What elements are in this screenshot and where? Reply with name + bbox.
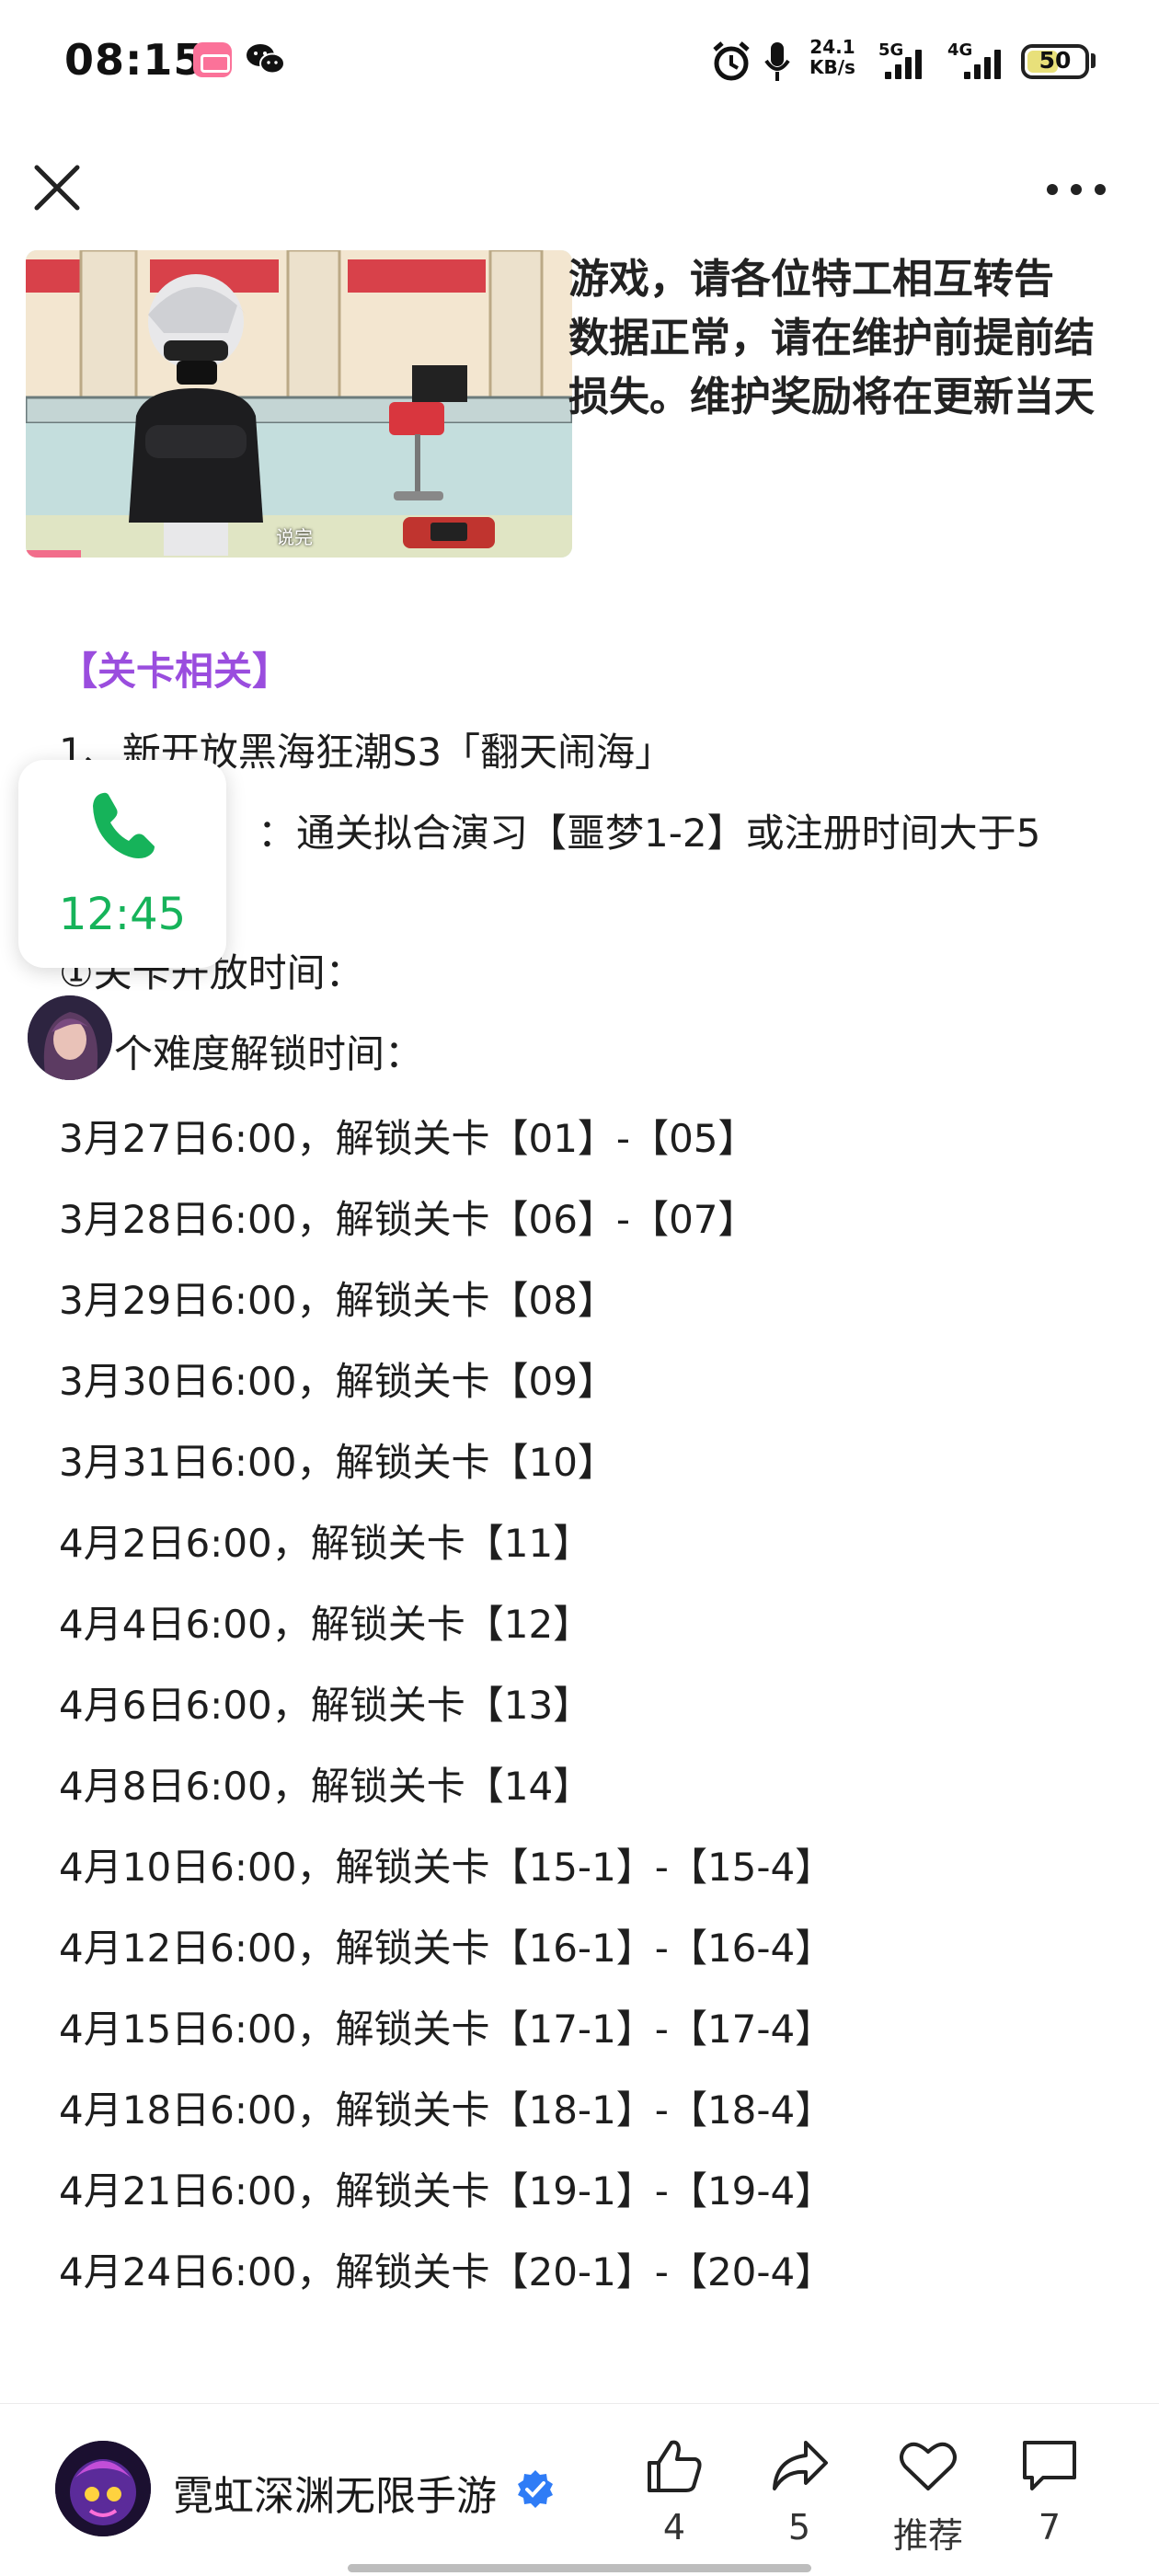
schedule-row: 4月6日6:00，解锁关卡【13】 xyxy=(59,1683,592,1728)
schedule-row: 4月12日6:00，解锁关卡【16-1】-【16-4】 xyxy=(59,1926,834,1971)
microphone-icon xyxy=(764,42,790,81)
schedule-row: 3月31日6:00，解锁关卡【10】 xyxy=(59,1440,616,1485)
schedule-row: 3月27日6:00，解锁关卡【01】-【05】 xyxy=(59,1116,757,1161)
schedule-row: 4月15日6:00，解锁关卡【17-1】-【17-4】 xyxy=(59,2007,834,2052)
schedule-row: 4月18日6:00，解锁关卡【18-1】-【18-4】 xyxy=(59,2087,834,2133)
verified-badge-icon xyxy=(518,2470,553,2508)
ongoing-call-bubble[interactable]: 12:45 xyxy=(18,760,226,968)
share-arrow-icon xyxy=(773,2441,828,2490)
alarm-icon xyxy=(713,41,750,81)
schedule-row: 4月8日6:00，解锁关卡【14】 xyxy=(59,1764,592,1809)
top-nav xyxy=(0,138,1159,258)
more-options-button[interactable] xyxy=(1039,166,1113,212)
like-button[interactable]: 4 xyxy=(624,2437,725,2547)
thumbs-up-icon xyxy=(648,2440,702,2492)
battery-tip xyxy=(1091,53,1096,68)
call-timer: 12:45 xyxy=(58,889,187,940)
intro-line: 损失。维护奖励将在更新当天 xyxy=(568,374,1095,420)
section-title: 【关卡相关】 xyxy=(59,649,292,694)
network-speed-unit: KB/s xyxy=(809,56,855,78)
schedule-row: 3月30日6:00，解锁关卡【09】 xyxy=(59,1359,616,1404)
more-dot-icon xyxy=(1071,184,1082,195)
schedule-row: 4月21日6:00，解锁关卡【19-1】-【19-4】 xyxy=(59,2168,834,2214)
unlock-schedule: 3月27日6:00，解锁关卡【01】-【05】 3月28日6:00，解锁关卡【0… xyxy=(59,1098,833,2313)
floating-avatar[interactable] xyxy=(28,995,112,1080)
wechat-icon xyxy=(247,44,285,75)
battery-percent: 50 xyxy=(1039,47,1072,74)
recommend-label: 推荐 xyxy=(892,2515,963,2556)
home-indicator[interactable] xyxy=(348,2564,811,2572)
phone-icon xyxy=(93,792,155,858)
schedule-row: 4月2日6:00，解锁关卡【11】 xyxy=(59,1521,592,1566)
recommend-button[interactable]: 推荐 xyxy=(878,2437,979,2558)
share-count: 5 xyxy=(787,2507,811,2547)
status-time: 08:15 xyxy=(64,35,204,85)
more-dot-icon xyxy=(1095,184,1106,195)
share-button[interactable]: 5 xyxy=(749,2437,850,2547)
schedule-row: 3月28日6:00，解锁关卡【06】-【07】 xyxy=(59,1197,757,1242)
screen: 08:15 24.1 KB/s 5G 4G 50 说完 游戏，请各位特工相互转告… xyxy=(0,0,1159,2576)
author-avatar[interactable] xyxy=(55,2441,151,2536)
schedule-row: 4月10日6:00，解锁关卡【15-1】-【15-4】 xyxy=(59,1845,834,1890)
schedule-row: 4月24日6:00，解锁关卡【20-1】-【20-4】 xyxy=(59,2249,834,2294)
article-body: 说完 游戏，请各位特工相互转告 数据正常，请在维护前提前结 损失。维护奖励将在更… xyxy=(0,250,1159,2403)
signal-bars-icon xyxy=(885,48,922,79)
intro-line: 游戏，请各位特工相互转告 xyxy=(568,256,1054,303)
author-avatar-image xyxy=(55,2441,151,2536)
heart-icon xyxy=(900,2442,957,2490)
intro-text: 游戏，请各位特工相互转告 数据正常，请在维护前提前结 损失。维护奖励将在更新当天 xyxy=(568,250,1102,427)
cover-image[interactable]: 说完 xyxy=(26,250,572,558)
schedule-row: 3月29日6:00，解锁关卡【08】 xyxy=(59,1278,616,1323)
cover-illustration xyxy=(26,250,572,558)
signal-bars-icon-2 xyxy=(964,48,1001,79)
comment-count: 7 xyxy=(1038,2507,1061,2547)
item-1-difficulty: 个难度解锁时间： xyxy=(114,1031,424,1076)
battery-icon: 50 xyxy=(1021,44,1089,79)
bilibili-app-icon xyxy=(193,42,232,77)
comment-button[interactable]: 7 xyxy=(999,2437,1100,2547)
item-1-condition: ：通关拟合演习【噩梦1-2】或注册时间大于5 xyxy=(258,811,1041,856)
intro-line: 数据正常，请在维护前提前结 xyxy=(568,315,1095,362)
comment-bubble-icon xyxy=(1023,2441,1076,2490)
network-speed-value: 24.1 xyxy=(809,36,855,58)
status-bar: 08:15 24.1 KB/s 5G 4G 50 xyxy=(0,0,1159,120)
more-dot-icon xyxy=(1047,184,1058,195)
close-button[interactable] xyxy=(28,158,86,217)
avatar-image xyxy=(28,995,112,1080)
like-count: 4 xyxy=(662,2507,686,2547)
bottom-bar: 霓虹深渊无限手游 4 5 推荐 7 xyxy=(0,2403,1159,2576)
cover-caption: 说完 xyxy=(276,526,313,548)
network-speed: 24.1 KB/s xyxy=(809,37,855,77)
schedule-row: 4月4日6:00，解锁关卡【12】 xyxy=(59,1602,592,1647)
author-name[interactable]: 霓虹深渊无限手游 xyxy=(173,2463,497,2522)
